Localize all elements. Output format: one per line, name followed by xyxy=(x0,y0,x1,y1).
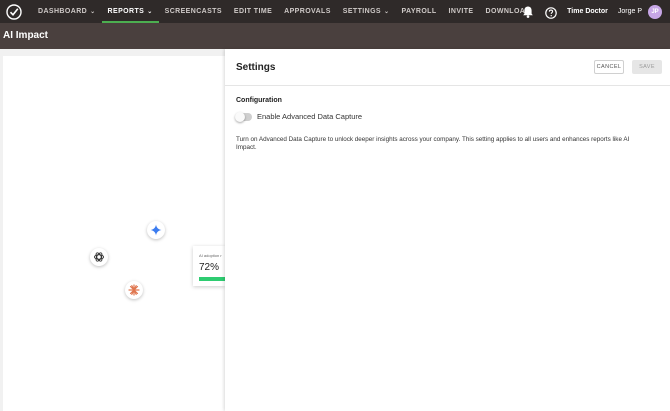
settings-panel: Settings CANCEL SAVE Configuration Enabl… xyxy=(225,49,670,411)
ai-impact-overview xyxy=(3,56,225,411)
nav-reports-label: REPORTS xyxy=(107,8,145,15)
top-navigation: DASHBOARD ⌄ REPORTS ⌄ SCREENCASTS EDIT T… xyxy=(0,0,670,23)
page-title: AI Impact xyxy=(3,30,49,41)
nav-edit-time-label: EDIT TIME xyxy=(233,8,273,15)
user-name[interactable]: Jorge P xyxy=(618,8,642,15)
nav-screencasts-label: SCREENCASTS xyxy=(164,8,222,15)
nav-screencasts[interactable]: SCREENCASTS xyxy=(159,0,228,23)
settings-title: Settings xyxy=(236,62,276,73)
nav-invite[interactable]: INVITE xyxy=(443,0,480,23)
ai-adoption-value: 72% xyxy=(199,262,220,273)
nav-right-group: Time Doctor Jorge P JP xyxy=(521,0,662,23)
configuration-heading: Configuration xyxy=(236,97,282,104)
settings-panel-header: Settings CANCEL SAVE xyxy=(225,49,670,86)
organization-name[interactable]: Time Doctor xyxy=(567,8,608,15)
page-header: AI Impact xyxy=(0,23,670,49)
nav-payroll-label: PAYROLL xyxy=(401,8,437,15)
nav-dashboard[interactable]: DASHBOARD ⌄ xyxy=(32,0,102,23)
nav-payroll[interactable]: PAYROLL xyxy=(395,0,442,23)
chevron-down-icon: ⌄ xyxy=(90,9,96,15)
nav-invite-label: INVITE xyxy=(448,8,474,15)
openai-icon xyxy=(90,248,108,266)
advanced-data-capture-label[interactable]: Enable Advanced Data Capture xyxy=(257,112,362,121)
chevron-down-icon: ⌄ xyxy=(147,9,153,15)
time-doctor-logo[interactable] xyxy=(6,3,22,20)
nav-approvals[interactable]: APPROVALS xyxy=(278,0,337,23)
avatar[interactable]: JP xyxy=(648,4,662,19)
help-icon[interactable] xyxy=(545,6,557,19)
nav-reports[interactable]: REPORTS ⌄ xyxy=(101,0,159,23)
gemini-icon xyxy=(147,221,165,239)
advanced-data-capture-description: Turn on Advanced Data Capture to unlock … xyxy=(236,136,630,152)
advanced-data-capture-row: Enable Advanced Data Capture xyxy=(235,111,362,122)
save-button[interactable]: SAVE xyxy=(632,60,662,74)
ai-adoption-progress-bar xyxy=(199,277,225,281)
nav-settings[interactable]: SETTINGS ⌄ xyxy=(337,0,396,23)
chevron-down-icon: ⌄ xyxy=(384,9,390,15)
toggle-knob xyxy=(235,111,245,122)
bell-icon[interactable] xyxy=(521,5,535,19)
nav-settings-label: SETTINGS xyxy=(342,8,382,15)
claude-icon xyxy=(125,281,143,299)
ai-adoption-label: AI adoption r xyxy=(199,253,222,258)
cancel-button[interactable]: CANCEL xyxy=(594,60,624,74)
ai-adoption-card[interactable]: AI adoption r 72% xyxy=(193,246,225,286)
advanced-data-capture-toggle[interactable] xyxy=(235,111,252,122)
nav-dashboard-label: DASHBOARD xyxy=(38,8,88,15)
nav-edit-time[interactable]: EDIT TIME xyxy=(228,0,278,23)
nav-approvals-label: APPROVALS xyxy=(284,8,331,15)
